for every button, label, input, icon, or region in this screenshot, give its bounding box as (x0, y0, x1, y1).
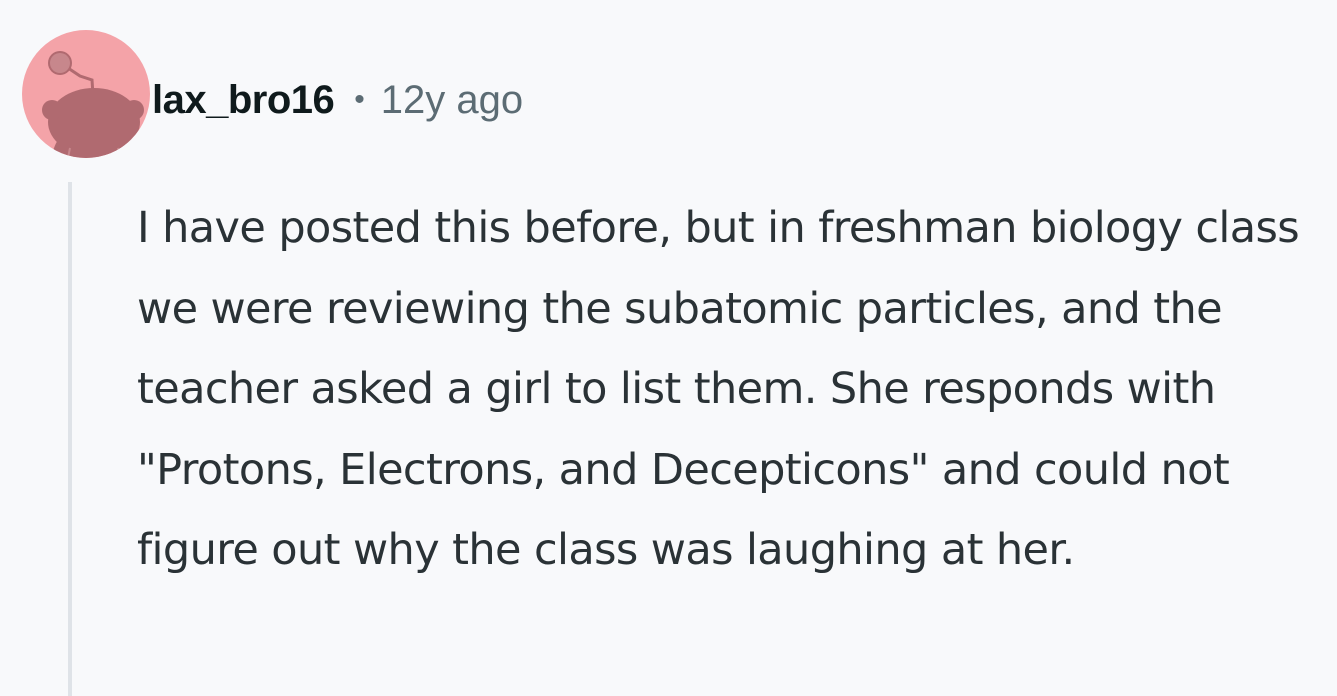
comment-meta: lax_bro16 • 12y ago (152, 72, 523, 128)
comment-body: I have posted this before, but in freshm… (137, 203, 1300, 575)
reddit-snoo-avatar-icon (42, 51, 144, 158)
comment: lax_bro16 • 12y ago I have posted this b… (0, 0, 1337, 696)
username-link[interactable]: lax_bro16 (152, 78, 335, 123)
thread-collapse-line[interactable] (68, 182, 72, 696)
avatar[interactable] (22, 30, 150, 158)
comment-timestamp[interactable]: 12y ago (381, 78, 523, 123)
meta-separator: • (354, 83, 365, 116)
